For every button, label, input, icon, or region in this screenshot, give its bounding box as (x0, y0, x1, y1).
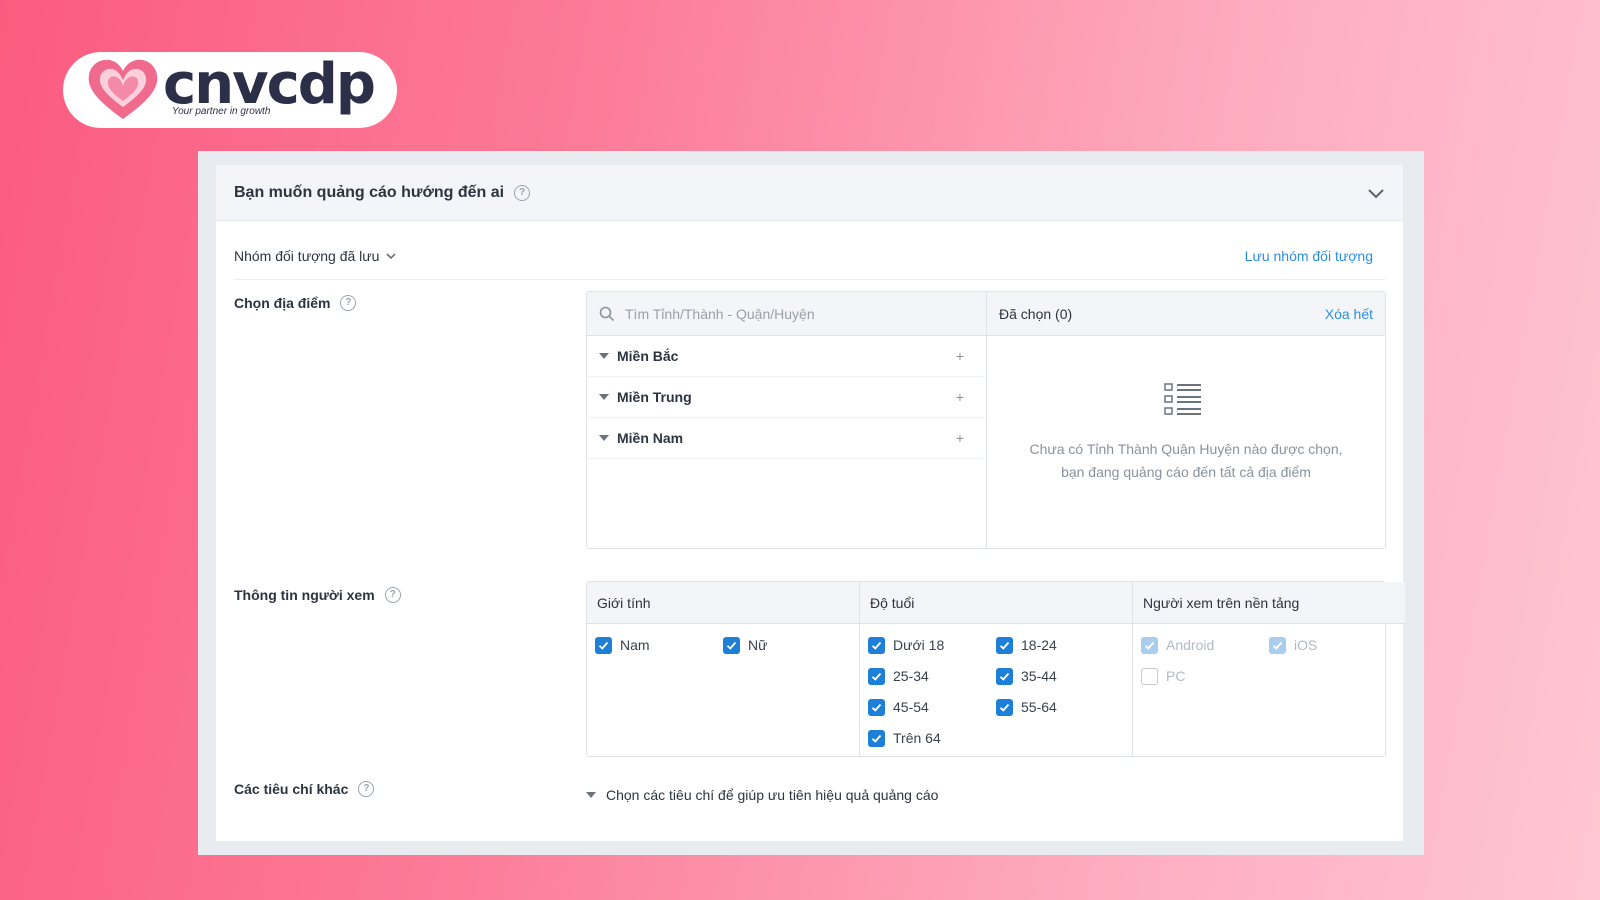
location-picker: Miền Bắc + Miền Trung + Miền Nam (586, 291, 1386, 549)
location-section-label: Chọn địa điểm ? (234, 295, 357, 311)
checkbox-checked-icon (1141, 636, 1158, 654)
plus-icon[interactable]: + (956, 389, 964, 405)
chevron-down-icon[interactable] (1367, 184, 1385, 202)
region-name: Miền Bắc (617, 348, 679, 364)
brand-tagline: Your partner in growth (172, 106, 271, 117)
brand-wordmark: cnvcdp (163, 52, 376, 117)
checkbox-option[interactable]: 55-64 (996, 698, 1124, 716)
checkbox-option: Android (1141, 636, 1269, 654)
checkbox-option: iOS (1269, 636, 1397, 654)
question-circle-icon[interactable]: ? (340, 295, 357, 311)
region-name: Miền Nam (617, 430, 684, 446)
platform-title: Người xem trên nền tảng (1133, 582, 1405, 624)
checkbox-option[interactable]: 25-34 (868, 667, 996, 685)
question-circle-icon[interactable]: ? (358, 781, 375, 797)
region-name: Miền Trung (617, 389, 692, 405)
other-criteria-toggle[interactable]: Chọn các tiêu chí để giúp ưu tiên hiệu q… (586, 787, 938, 803)
location-list: Miền Bắc + Miền Trung + Miền Nam (587, 292, 987, 548)
checkbox-label: 55-64 (1021, 699, 1057, 715)
caret-down-icon (586, 792, 596, 798)
checkbox-option[interactable]: Trên 64 (868, 729, 996, 747)
checkbox-checked-icon[interactable] (868, 667, 885, 685)
panel-header[interactable]: Bạn muốn quảng cáo hướng đến ai ? (216, 165, 1403, 221)
checkbox-option[interactable]: Nữ (723, 636, 851, 654)
saved-group-dropdown[interactable]: Nhóm đối tượng đã lưu (234, 248, 397, 264)
plus-icon[interactable]: + (956, 430, 964, 446)
checkbox-option: PC (1141, 667, 1269, 685)
gender-title: Giới tính (587, 582, 859, 624)
checkbox-checked-icon[interactable] (996, 667, 1013, 685)
caret-down-icon[interactable] (599, 353, 609, 359)
platform-column: Người xem trên nền tảng Android iOS PC (1133, 582, 1405, 756)
clear-all-link[interactable]: Xóa hết (1325, 306, 1373, 322)
checkbox-label: 35-44 (1021, 668, 1057, 684)
checkbox-label: Android (1166, 637, 1215, 653)
other-criteria-label: Các tiêu chí khác (234, 781, 349, 797)
checkbox-checked-icon[interactable] (996, 698, 1013, 716)
gender-column: Giới tính Nam Nữ (587, 582, 860, 756)
empty-selection-message: Chưa có Tỉnh Thành Quận Huyện nào được c… (1029, 441, 1343, 480)
viewer-section-label: Thông tin người xem ? (234, 587, 401, 603)
brand-logo: cnvcdp Your partner in growth (63, 52, 397, 128)
checkbox-option[interactable]: Nam (595, 636, 723, 654)
location-search-input[interactable] (625, 305, 945, 322)
checkbox-label: iOS (1294, 637, 1318, 653)
checkbox-label: Trên 64 (893, 730, 941, 746)
save-group-link[interactable]: Lưu nhóm đối tượng (1245, 248, 1373, 264)
checkbox-checked-icon[interactable] (595, 636, 612, 654)
checkbox-option[interactable]: Dưới 18 (868, 636, 996, 654)
other-criteria-text: Chọn các tiêu chí để giúp ưu tiên hiệu q… (606, 787, 939, 803)
checkbox-option[interactable]: 35-44 (996, 667, 1124, 685)
location-label: Chọn địa điểm (234, 295, 331, 311)
divider (234, 279, 1385, 280)
screenshot-frame: Bạn muốn quảng cáo hướng đến ai ? Nhóm đ… (198, 151, 1424, 855)
checkbox-checked-icon[interactable] (868, 698, 885, 716)
checkbox-label: Nữ (748, 637, 768, 653)
selected-locations: Đã chọn (0) Xóa hết Chưa có Tỉnh Thành Q… (987, 292, 1385, 548)
checkbox-checked-icon[interactable] (868, 729, 885, 747)
panel-title: Bạn muốn quảng cáo hướng đến ai (234, 183, 505, 201)
caret-down-icon[interactable] (599, 435, 609, 441)
checkbox-label: Dưới 18 (893, 637, 945, 653)
checkbox-checked-icon[interactable] (723, 636, 740, 654)
checkbox-label: 18-24 (1021, 637, 1057, 653)
region-item[interactable]: Miền Bắc + (587, 336, 986, 377)
checkbox-label: 45-54 (893, 699, 929, 715)
checkbox-label: PC (1166, 668, 1186, 684)
checkbox-checked-icon[interactable] (868, 636, 885, 654)
audience-panel: Bạn muốn quảng cáo hướng đến ai ? Nhóm đ… (216, 165, 1405, 841)
region-item[interactable]: Miền Trung + (587, 377, 986, 418)
checkbox-checked-icon[interactable] (996, 636, 1013, 654)
age-title: Độ tuổi (860, 582, 1132, 624)
question-circle-icon[interactable]: ? (384, 587, 401, 603)
region-item[interactable]: Miền Nam + (587, 418, 986, 459)
gender-options: Nam Nữ (587, 624, 859, 666)
checkbox-option[interactable]: 18-24 (996, 636, 1124, 654)
checkbox-checked-icon (1269, 636, 1286, 654)
other-section-label: Các tiêu chí khác ? (234, 781, 375, 797)
viewer-info-box: Giới tính Nam Nữ Độ tuổi Dưới 18 18-24 25-3… (586, 581, 1405, 757)
age-column: Độ tuổi Dưới 18 18-24 25-34 35-44 45-54 55-64… (860, 582, 1133, 756)
checklist-icon (1164, 383, 1201, 415)
checkbox-unchecked-icon (1141, 667, 1158, 685)
location-search (587, 292, 986, 336)
checkbox-option[interactable]: 45-54 (868, 698, 996, 716)
plus-icon[interactable]: + (956, 348, 964, 364)
chevron-down-icon (386, 253, 396, 260)
caret-down-icon[interactable] (599, 394, 609, 400)
platform-options: Android iOS PC (1133, 624, 1405, 697)
selected-count: Đã chọn (0) (999, 305, 1073, 322)
checkbox-label: Nam (620, 637, 650, 653)
question-circle-icon[interactable]: ? (514, 184, 531, 201)
checkbox-label: 25-34 (893, 668, 929, 684)
search-icon (599, 306, 615, 321)
viewer-info-label: Thông tin người xem (234, 587, 375, 603)
heart-logo-icon (88, 59, 158, 119)
age-options: Dưới 18 18-24 25-34 35-44 45-54 55-64 Trên 64 (860, 624, 1132, 759)
saved-group-label: Nhóm đối tượng đã lưu (234, 248, 380, 264)
